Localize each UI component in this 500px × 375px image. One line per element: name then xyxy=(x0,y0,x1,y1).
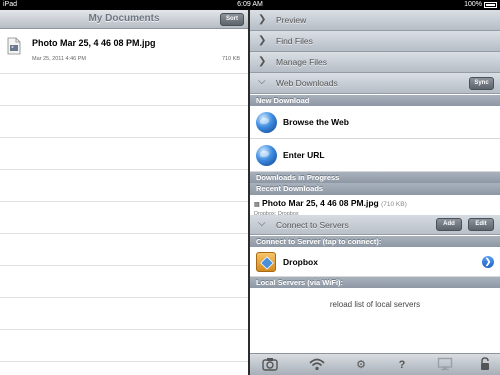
downloads-in-progress-header: Downloads in Progress xyxy=(250,172,500,183)
page-title: My Documents xyxy=(88,13,160,24)
documents-pane: My Documents Sort Photo Mar 25, 4 46 08 … xyxy=(0,10,248,375)
globe-icon xyxy=(256,112,277,133)
section-label: Connect to Servers xyxy=(276,220,349,230)
sort-button[interactable]: Sort xyxy=(220,13,244,26)
section-connect-servers[interactable]: ⌵ Connect to Servers Add Edit xyxy=(250,215,500,235)
browse-web-label: Browse the Web xyxy=(283,117,349,127)
help-icon[interactable]: ? xyxy=(393,357,411,373)
clock: 6:09 AM xyxy=(237,1,263,8)
browse-web-item[interactable]: Browse the Web xyxy=(250,106,500,139)
status-bar: iPad 6:09 AM 100% xyxy=(0,0,500,10)
battery-icon xyxy=(484,2,497,8)
globe-icon xyxy=(256,145,277,166)
section-web-downloads[interactable]: ⌵ Web Downloads Sync xyxy=(250,73,500,94)
wifi-icon[interactable] xyxy=(308,357,326,373)
add-server-button[interactable]: Add xyxy=(436,218,462,231)
new-download-header: New Download xyxy=(250,95,500,106)
chevron-right-icon: ❯ xyxy=(258,14,267,25)
actions-pane: ❯ Preview ❯ Find Files ❯ Manage Files ⌵ … xyxy=(250,10,500,375)
camera-icon[interactable] xyxy=(261,357,279,373)
download-name: Photo Mar 25, 4 46 08 PM.jpg xyxy=(262,198,379,208)
dropbox-icon xyxy=(256,252,276,272)
documents-nav-bar: My Documents Sort xyxy=(0,10,248,29)
enter-url-item[interactable]: Enter URL xyxy=(250,139,500,172)
section-manage-files[interactable]: ❯ Manage Files xyxy=(250,52,500,73)
disclosure-button[interactable]: ❯ xyxy=(482,256,494,268)
file-row[interactable]: Photo Mar 25, 4 46 08 PM.jpg Mar 25, 201… xyxy=(0,30,248,74)
battery-percent: 100% xyxy=(464,1,482,8)
file-date: Mar 25, 2011 4:46 PM xyxy=(32,56,87,62)
download-size: (710 KB) xyxy=(381,201,407,208)
section-find-files[interactable]: ❯ Find Files xyxy=(250,31,500,52)
battery-indicator: 100% xyxy=(464,0,497,10)
chevron-right-icon: ❯ xyxy=(258,35,267,46)
lock-icon[interactable] xyxy=(476,357,494,373)
enter-url-label: Enter URL xyxy=(283,150,325,160)
empty-list-rows xyxy=(0,74,248,375)
local-servers-header: Local Servers (via WiFi): xyxy=(250,277,500,288)
section-label: Preview xyxy=(276,15,307,25)
file-size: 710 KB xyxy=(221,56,240,62)
section-preview[interactable]: ❯ Preview xyxy=(250,10,500,31)
bottom-toolbar: ⚙ ? xyxy=(250,353,500,375)
download-name-line: ▤ Photo Mar 25, 4 46 08 PM.jpg (710 KB) xyxy=(254,198,407,208)
edit-servers-button[interactable]: Edit xyxy=(468,218,494,231)
chevron-down-icon: ⌵ xyxy=(258,76,266,87)
small-file-icon: ▤ xyxy=(254,202,260,208)
file-name: Photo Mar 25, 4 46 08 PM.jpg xyxy=(32,38,156,48)
section-label: Manage Files xyxy=(276,57,328,67)
connect-server-header: Connect to Server (tap to connect): xyxy=(250,236,500,247)
dropbox-label: Dropbox xyxy=(283,257,318,267)
sync-button[interactable]: Sync xyxy=(469,77,494,90)
image-file-icon xyxy=(7,37,21,55)
section-label: Web Downloads xyxy=(276,78,338,88)
chevron-down-icon: ⌵ xyxy=(258,218,266,229)
monitor-icon[interactable] xyxy=(436,357,454,373)
dropbox-server-item[interactable]: Dropbox xyxy=(250,247,500,277)
reload-local-servers-link[interactable]: reload list of local servers xyxy=(250,300,500,309)
gear-icon[interactable]: ⚙ xyxy=(352,357,370,373)
recent-downloads-header: Recent Downloads xyxy=(250,183,500,195)
section-label: Find Files xyxy=(276,36,313,46)
chevron-right-icon: ❯ xyxy=(258,56,267,67)
